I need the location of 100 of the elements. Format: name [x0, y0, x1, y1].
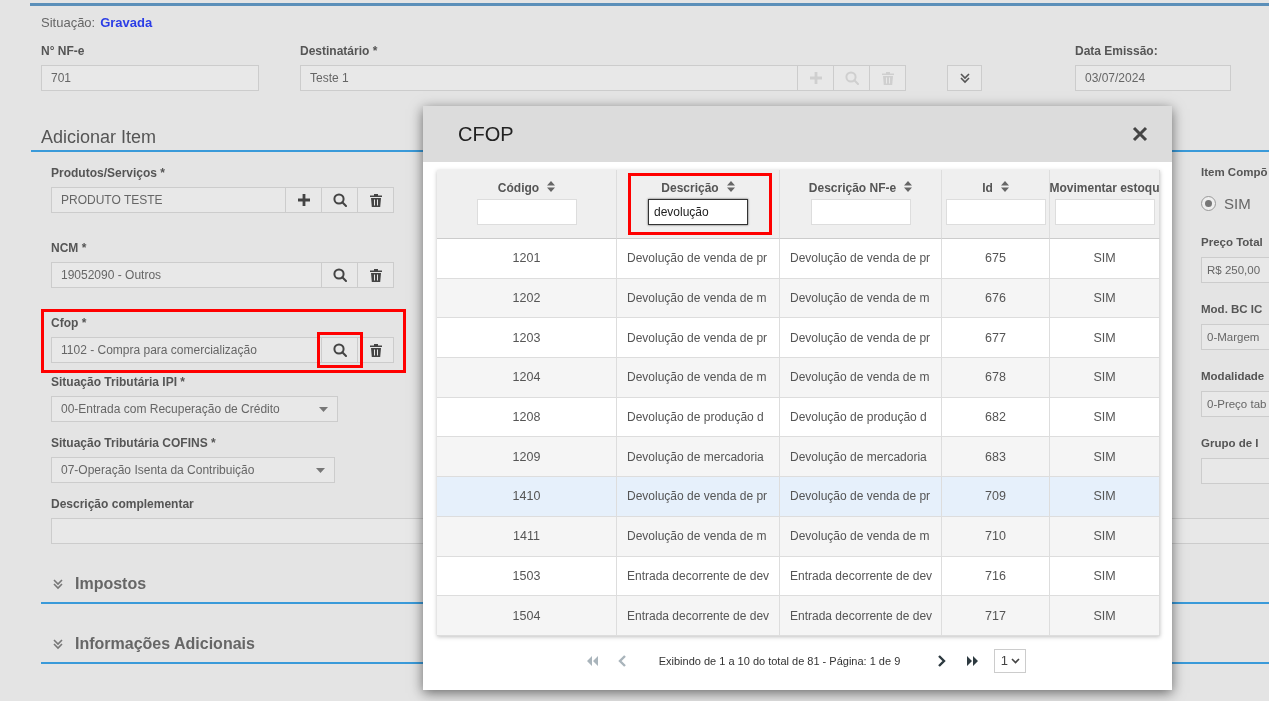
column-header[interactable]: Id — [982, 181, 993, 195]
radio-label: SIM — [1224, 195, 1251, 212]
trash-icon — [369, 268, 382, 282]
field-label: Situação Tributária IPI * — [51, 375, 186, 390]
table-cell: Devolução de venda de pr — [617, 477, 780, 517]
table-row[interactable]: 1411 Devolução de venda de m Devolução de venda de m 710 SIM — [437, 516, 1160, 557]
table-cell: SIM — [1050, 239, 1160, 279]
table-cell: Devolução de venda de pr — [780, 477, 942, 517]
table-row[interactable]: 1201 Devolução de venda de pr Devolução de venda de pr 675 SIM — [437, 239, 1160, 279]
table-row[interactable]: 1504 Entrada decorrente de dev Entrada decorrente de dev 717 SIM — [437, 596, 1160, 636]
table-row[interactable]: 1503 Entrada decorrente de dev Entrada decorrente de dev 716 SIM — [437, 556, 1160, 597]
collapsible-title: Informações Adicionais — [75, 634, 255, 653]
search-button[interactable] — [322, 262, 358, 288]
plus-icon — [809, 72, 822, 84]
field-label: Descrição complementar — [51, 497, 194, 512]
table-row[interactable]: 1202 Devolução de venda de m Devolução de venda de m 676 SIM — [437, 278, 1160, 319]
field-label: Cfop * — [51, 316, 87, 331]
add-button[interactable] — [286, 187, 322, 213]
lookup-field[interactable]: 1102 - Compra para comercialização — [51, 337, 322, 363]
caret-icon — [319, 406, 328, 412]
filter-field[interactable] — [810, 199, 911, 225]
search-icon — [332, 268, 347, 282]
chevron-down-icon — [1010, 657, 1020, 664]
table-cell: Entrada decorrente de dev — [617, 596, 780, 636]
table-cell: 1411 — [437, 516, 617, 557]
select-value: 07-Operação Isenta da Contribuição — [61, 462, 255, 479]
table-cell: 1204 — [437, 358, 617, 398]
table-cell: Devolução de venda de m — [780, 516, 942, 557]
plus-icon — [297, 194, 310, 206]
double-chevron-icon — [53, 577, 63, 590]
table-cell: 710 — [942, 516, 1050, 557]
trash-icon — [369, 193, 382, 207]
table-cell: Devolução de venda de m — [617, 358, 780, 398]
table-cell: 1504 — [437, 596, 617, 636]
column-header[interactable]: Código — [497, 181, 540, 195]
pagination-info: Exibindo de 1 a 10 do total de 81 - Página: 1 de 9 — [658, 654, 901, 667]
text-field[interactable]: 03/07/2024 — [1075, 65, 1231, 91]
status-value: Gravada — [100, 15, 153, 32]
close-icon — [1132, 126, 1148, 142]
text-field[interactable]: 0-Preço tab — [1201, 391, 1269, 417]
table-cell: 709 — [942, 477, 1050, 517]
column-header[interactable]: Descrição — [661, 181, 719, 195]
field-label: Item Compõ — [1201, 166, 1268, 180]
table-row[interactable]: 1410 Devolução de venda de pr Devolução de venda de pr 709 SIM — [437, 477, 1160, 517]
lookup-field[interactable]: PRODUTO TESTE — [51, 187, 286, 213]
field-label: Modalidade — [1201, 370, 1265, 384]
table-cell: 675 — [942, 239, 1050, 279]
filter-field[interactable]: devolução — [648, 199, 748, 225]
status-label: Situação: — [41, 15, 96, 32]
column-header[interactable]: Descrição NF-e — [808, 181, 897, 195]
filter-field[interactable] — [476, 199, 577, 225]
trash-icon — [881, 71, 894, 85]
select-field[interactable]: 00-Entrada com Recuperação de Crédito — [51, 396, 338, 422]
expand-button[interactable] — [947, 65, 982, 91]
text-field[interactable]: 0-Margem — [1201, 324, 1269, 350]
table-cell: 678 — [942, 358, 1050, 398]
table-cell: 717 — [942, 596, 1050, 636]
table-cell: Devolução de venda de pr — [780, 239, 942, 279]
close-button[interactable] — [1130, 124, 1150, 144]
field-label: Grupo de I — [1201, 437, 1259, 451]
table-cell: SIM — [1050, 477, 1160, 517]
field-label: Data Emissão: — [1075, 44, 1158, 59]
field-label: Produtos/Serviços * — [51, 166, 166, 181]
lookup-field[interactable]: 19052090 - Outros — [51, 262, 322, 288]
table-row[interactable]: 1209 Devolução de mercadoria Devolução de mercadoria 683 SIM — [437, 437, 1160, 478]
last-page-icon — [966, 654, 981, 667]
radio-button[interactable] — [1201, 196, 1216, 211]
table-cell: SIM — [1050, 358, 1160, 398]
filter-field[interactable] — [1054, 199, 1155, 225]
table-cell: Devolução de venda de pr — [617, 239, 780, 279]
field-label: Situação Tributária COFINS * — [51, 436, 216, 451]
table-cell: SIM — [1050, 516, 1160, 557]
text-field[interactable]: 701 — [41, 65, 259, 91]
double-chevron-icon — [53, 637, 63, 650]
table-cell: Devolução de venda de m — [617, 516, 780, 557]
table-cell: Entrada decorrente de dev — [780, 596, 942, 636]
search-icon — [332, 343, 347, 357]
search-button[interactable] — [322, 187, 358, 213]
double-chevron-icon — [959, 72, 970, 84]
field-label: Mod. BC IC — [1201, 303, 1263, 317]
search-icon — [332, 193, 347, 207]
delete-button[interactable] — [358, 187, 394, 213]
field-label: Destinatário * — [300, 44, 378, 59]
search-icon — [844, 71, 859, 85]
page-select[interactable]: 1 — [994, 648, 1027, 673]
delete-button[interactable] — [358, 262, 394, 288]
collapsible-title: Impostos — [75, 574, 147, 593]
caret-icon — [316, 467, 325, 473]
table-cell: 1410 — [437, 477, 617, 517]
field-label: NCM * — [51, 241, 87, 256]
table-row[interactable]: 1204 Devolução de venda de m Devolução de venda de m 678 SIM — [437, 358, 1160, 398]
field-label: N° NF-e — [41, 44, 85, 59]
table-cell: SIM — [1050, 596, 1160, 636]
text-field[interactable]: R$ 250,00 — [1201, 257, 1269, 283]
filter-field[interactable] — [945, 199, 1046, 225]
trash-icon — [369, 343, 382, 357]
table-row[interactable]: 1203 Devolução de venda de pr Devolução de venda de pr 677 SIM — [437, 318, 1160, 359]
select-value: 00-Entrada com Recuperação de Crédito — [61, 401, 280, 418]
table-row[interactable]: 1208 Devolução de produção d Devolução de produção d 682 SIM — [437, 397, 1160, 438]
select-field[interactable]: 07-Operação Isenta da Contribuição — [51, 457, 335, 483]
